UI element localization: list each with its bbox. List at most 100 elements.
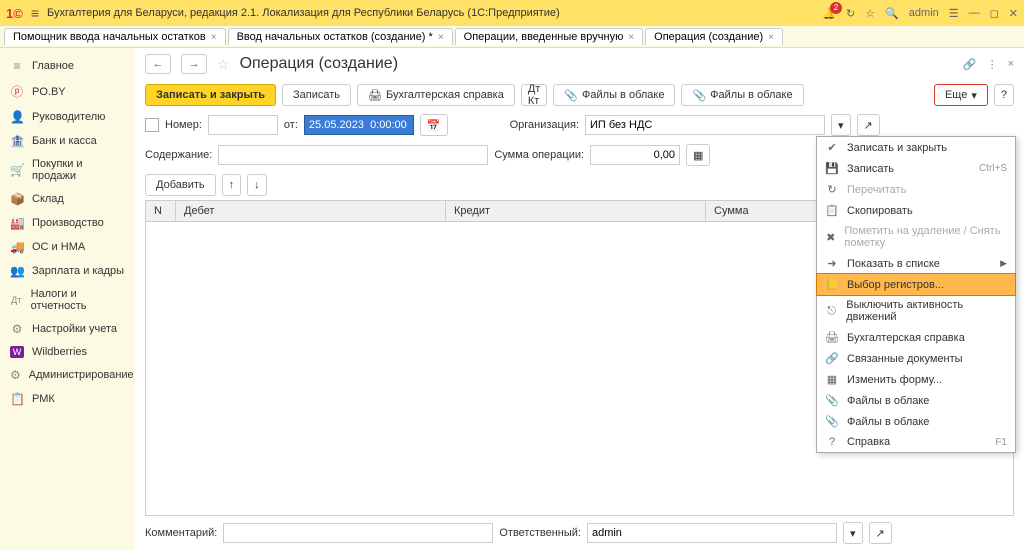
- more-button[interactable]: Еще ▾: [934, 84, 988, 106]
- tab-manual-ops[interactable]: Операции, введенные вручную×: [455, 28, 644, 45]
- print-icon: 🖨: [825, 331, 839, 344]
- sidebar-item-wildberries[interactable]: WWildberries: [0, 341, 135, 363]
- forward-button[interactable]: →: [181, 54, 207, 74]
- menu-select-registers[interactable]: 📒Выбор регистров...: [816, 273, 1016, 296]
- sidebar-item-settings[interactable]: ⚙Настройки учета: [0, 317, 135, 341]
- more-icon[interactable]: ⋮: [987, 58, 998, 71]
- menu-save-close[interactable]: ✔Записать и закрыть: [817, 137, 1015, 158]
- link-icon: 🔗: [825, 352, 839, 365]
- close-icon[interactable]: ×: [628, 32, 634, 43]
- dt-icon: Дт: [10, 295, 23, 305]
- org-input[interactable]: [585, 115, 825, 135]
- sidebar-item-manager[interactable]: 👤Руководителю: [0, 105, 135, 129]
- org-dropdown-button[interactable]: ▾: [831, 114, 851, 136]
- history-icon[interactable]: ↻: [846, 7, 855, 20]
- gear-icon: ⚙: [10, 368, 21, 382]
- content-input[interactable]: [218, 145, 488, 165]
- menu-files-cloud[interactable]: 📎Файлы в облаке: [817, 390, 1015, 411]
- col-n[interactable]: N: [146, 201, 176, 221]
- sidebar-item-bank[interactable]: 🏦Банк и касса: [0, 129, 135, 153]
- sidebar-item-assets[interactable]: 🚚ОС и НМА: [0, 235, 135, 259]
- menu-show-in-list[interactable]: ➜Показать в списке▶: [817, 253, 1015, 274]
- clip-icon: 📎: [825, 415, 839, 428]
- close-icon[interactable]: ×: [211, 32, 217, 43]
- menu-disable-activity[interactable]: ⎋Выключить активность движений: [817, 295, 1015, 327]
- cart-icon: 🛒: [10, 163, 24, 177]
- box-icon: 📦: [10, 192, 24, 206]
- user-icon: 👤: [10, 110, 24, 124]
- save-button[interactable]: Записать: [282, 84, 351, 106]
- responsible-open[interactable]: ↗: [869, 522, 892, 544]
- sum-input[interactable]: [590, 145, 680, 165]
- list-icon: ➜: [825, 257, 839, 270]
- sidebar-item-production[interactable]: 🏭Производство: [0, 211, 135, 235]
- save-close-button[interactable]: Записать и закрыть: [145, 84, 276, 106]
- org-open-button[interactable]: ↗: [857, 114, 880, 136]
- close-panel-icon[interactable]: ×: [1008, 58, 1014, 70]
- files-cloud-button[interactable]: 📎Файлы в облаке: [553, 84, 675, 106]
- more-dropdown: ✔Записать и закрыть 💾ЗаписатьCtrl+S ↻Пер…: [816, 136, 1016, 453]
- disable-icon: ⎋: [825, 305, 838, 318]
- link-icon[interactable]: 🔗: [963, 58, 977, 71]
- restore-icon[interactable]: ◻: [990, 7, 999, 20]
- responsible-dropdown[interactable]: ▾: [843, 522, 863, 544]
- copy-icon: 📋: [825, 204, 839, 217]
- chevron-down-icon: ▾: [971, 89, 977, 102]
- calendar-button[interactable]: 📅: [420, 114, 448, 136]
- close-icon[interactable]: ✕: [1009, 7, 1018, 20]
- tab-operation-create[interactable]: Операция (создание)×: [645, 28, 783, 45]
- sidebar-item-salary[interactable]: 👥Зарплата и кадры: [0, 259, 135, 283]
- move-down-button[interactable]: ↓: [247, 174, 267, 196]
- menu-files-cloud-2[interactable]: 📎Файлы в облаке: [817, 411, 1015, 432]
- date-input[interactable]: [304, 115, 414, 135]
- menu-accounting-ref[interactable]: 🖨Бухгалтерская справка: [817, 327, 1015, 348]
- close-icon[interactable]: ×: [438, 32, 444, 43]
- people-icon: 👥: [10, 264, 24, 278]
- sidebar-item-sales[interactable]: 🛒Покупки и продажи: [0, 153, 135, 187]
- number-input[interactable]: [208, 115, 278, 135]
- sidebar-item-taxes[interactable]: ДтНалоги и отчетность: [0, 283, 135, 317]
- move-up-button[interactable]: ↑: [222, 174, 242, 196]
- print-icon: 🖨: [368, 89, 382, 102]
- accounting-ref-button[interactable]: 🖨Бухгалтерская справка: [357, 84, 515, 106]
- sidebar-item-warehouse[interactable]: 📦Склад: [0, 187, 135, 211]
- hamburger-icon[interactable]: ≡: [31, 5, 39, 21]
- user-label[interactable]: admin: [909, 7, 939, 19]
- notifications-icon[interactable]: 🔔2: [822, 7, 836, 20]
- col-debit[interactable]: Дебет: [176, 201, 446, 221]
- responsible-label: Ответственный:: [499, 527, 581, 539]
- menu-copy[interactable]: 📋Скопировать: [817, 200, 1015, 221]
- back-button[interactable]: ←: [145, 54, 171, 74]
- menu-icon[interactable]: ☰: [949, 7, 959, 20]
- add-button[interactable]: Добавить: [145, 174, 216, 196]
- search-icon[interactable]: 🔍: [885, 7, 899, 20]
- wb-icon: W: [10, 346, 24, 358]
- favorites-icon[interactable]: ☆: [865, 7, 875, 20]
- sidebar-item-poby[interactable]: ⓟPO.BY: [0, 78, 135, 105]
- number-checkbox[interactable]: [145, 118, 159, 132]
- menu-help[interactable]: ?СправкаF1: [817, 432, 1015, 452]
- comment-input[interactable]: [223, 523, 493, 543]
- content-area: ← → ☆ Операция (создание) 🔗 ⋮ × Записать…: [135, 48, 1024, 550]
- sidebar-item-admin[interactable]: ⚙Администрирование: [0, 363, 135, 387]
- tab-balances-create[interactable]: Ввод начальных остатков (создание) *×: [228, 28, 453, 45]
- sidebar-item-rmk[interactable]: 📋РМК: [0, 387, 135, 411]
- menu-change-form[interactable]: ▦Изменить форму...: [817, 369, 1015, 390]
- dtkt-button[interactable]: ДтКт: [521, 84, 548, 106]
- files-cloud-button-2[interactable]: 📎Файлы в облаке: [681, 84, 803, 106]
- menu-related-docs[interactable]: 🔗Связанные документы: [817, 348, 1015, 369]
- calc-button[interactable]: ▦: [686, 144, 710, 166]
- responsible-input[interactable]: [587, 523, 837, 543]
- help-button[interactable]: ?: [994, 84, 1014, 106]
- tab-assistant[interactable]: Помощник ввода начальных остатков×: [4, 28, 226, 45]
- disk-icon: 💾: [825, 162, 839, 175]
- minimize-icon[interactable]: —: [969, 7, 980, 19]
- app-title: Бухгалтерия для Беларуси, редакция 2.1. …: [47, 7, 814, 19]
- poby-icon: ⓟ: [10, 83, 24, 100]
- home-icon: ≡: [10, 59, 24, 73]
- col-credit[interactable]: Кредит: [446, 201, 706, 221]
- menu-save[interactable]: 💾ЗаписатьCtrl+S: [817, 158, 1015, 179]
- sidebar-item-main[interactable]: ≡Главное: [0, 54, 135, 78]
- favorite-icon[interactable]: ☆: [217, 56, 230, 73]
- close-icon[interactable]: ×: [768, 32, 774, 43]
